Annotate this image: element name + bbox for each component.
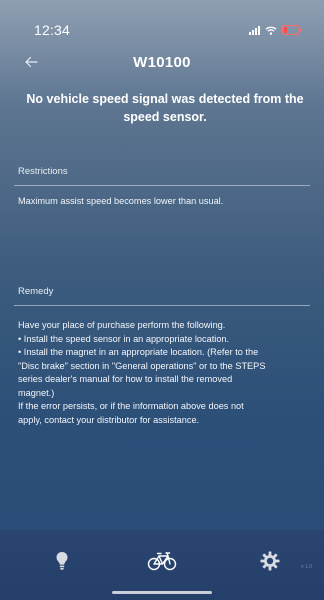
remedy-line: Have your place of purchase perform the … — [18, 320, 226, 330]
version-hint: v 1.0 — [301, 564, 312, 570]
restrictions-label: Restrictions — [18, 166, 68, 177]
battery-low-icon — [282, 25, 302, 35]
status-icons — [249, 25, 302, 35]
bicycle-icon — [147, 552, 177, 571]
error-heading: No vehicle speed signal was detected fro… — [26, 92, 304, 124]
wifi-icon — [265, 26, 277, 35]
tab-settings[interactable] — [250, 546, 290, 576]
tab-light[interactable] — [42, 546, 82, 576]
restrictions-text: Maximum assist speed becomes lower than … — [18, 196, 224, 206]
remedy-line: • Install the speed sensor in an appropr… — [18, 333, 230, 344]
home-indicator[interactable] — [112, 591, 212, 594]
cellular-signal-icon — [249, 25, 260, 35]
remedy-line: apply, contact your distributor for assi… — [18, 414, 200, 425]
remedy-line: magnet.) — [18, 387, 55, 398]
page-title: W10100 — [133, 54, 191, 71]
remedy-line: If the error persists, or if the informa… — [18, 401, 244, 411]
nav-bar: W10100 — [0, 48, 324, 78]
remedy-divider — [14, 305, 310, 306]
tab-bar: v 1.0 — [0, 530, 324, 600]
restrictions-divider — [14, 185, 310, 186]
remedy-label: Remedy — [18, 286, 54, 297]
remedy-text: Have your place of purchase perform the … — [18, 319, 312, 427]
remedy-line: series dealer's manual for how to instal… — [18, 374, 233, 384]
lightbulb-icon — [56, 552, 68, 570]
remedy-line: "Disc brake" section in "General operati… — [18, 360, 266, 371]
remedy-line: • Install the magnet in an appropriate l… — [18, 347, 259, 357]
status-time: 12:34 — [34, 22, 71, 38]
tab-bike[interactable] — [142, 546, 182, 576]
gear-icon — [260, 551, 280, 571]
status-bar: 12:34 — [0, 0, 324, 48]
